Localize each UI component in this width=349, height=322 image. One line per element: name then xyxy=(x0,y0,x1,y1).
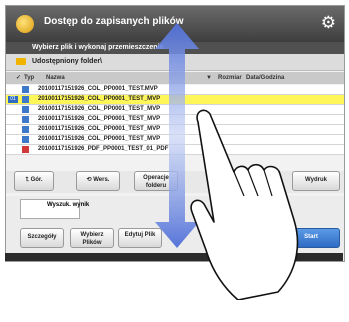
select-files-button[interactable]: Wybierz Plików xyxy=(70,228,114,248)
file-name: 20100117151926_COL_PP0001_TEST_MVP xyxy=(38,116,161,122)
column-date[interactable]: Data/Godzina xyxy=(246,72,284,84)
refresh-icon: ⟲ xyxy=(86,177,92,183)
column-type[interactable]: Typ xyxy=(24,72,34,84)
column-size[interactable]: Rozmiar xyxy=(218,72,242,84)
select-files-label: Wybierz Plików xyxy=(80,232,104,246)
up-arrow-icon: ⮤ xyxy=(25,177,29,183)
current-path: Udostępniony folder\ xyxy=(32,58,102,65)
document-icon xyxy=(22,126,29,133)
search-result-label: Wyszuk. wynik xyxy=(47,202,90,208)
details-button[interactable]: Szczegóły xyxy=(20,228,64,248)
sort-arrow-icon: ▼ xyxy=(206,75,212,81)
pdf-icon xyxy=(22,146,29,153)
column-name[interactable]: Nazwa xyxy=(46,72,65,84)
folder-icon xyxy=(16,58,26,65)
selection-badge: 01 xyxy=(8,96,18,103)
document-icon xyxy=(22,116,29,123)
up-label: Gór. xyxy=(30,177,43,183)
scanned-files-icon xyxy=(16,15,34,33)
document-icon xyxy=(22,96,29,103)
back-label: Wers. xyxy=(93,177,110,183)
document-icon xyxy=(22,136,29,143)
up-button[interactable]: ⮤ Gór. xyxy=(14,171,54,191)
search-result-button[interactable]: Wyszuk. wynik xyxy=(20,199,89,219)
file-name: 20100117151926_COL_PP0001_TEST_MVP xyxy=(38,106,161,112)
back-button[interactable]: ⟲ Wers. xyxy=(76,171,120,191)
file-name: 20100117151926_COL_PP0001_TEST.MVP xyxy=(38,86,158,92)
file-name: 20100117151926_PDF_PP0001_TEST_01_PDF xyxy=(38,146,169,152)
sort-check-icon[interactable]: ✓ xyxy=(16,72,21,84)
hand-gesture-icon xyxy=(190,109,299,300)
instruction-text: Wybierz plik i wykonaj przemieszczenie. xyxy=(32,44,166,51)
details-label: Szczegóły xyxy=(27,234,57,240)
edit-file-label: Edytuj Plik xyxy=(124,232,156,238)
file-name: 20100117151926_COL_PP0001_TEST_MVP xyxy=(38,96,161,102)
file-name: 20100117151926_COL_PP0001_TEST_MVP xyxy=(38,136,161,142)
document-icon xyxy=(22,86,29,93)
gear-icon[interactable]: ⚙ xyxy=(321,12,336,34)
document-icon xyxy=(22,106,29,113)
file-name: 20100117151926_COL_PP0001_TEST_MVP xyxy=(38,126,161,132)
